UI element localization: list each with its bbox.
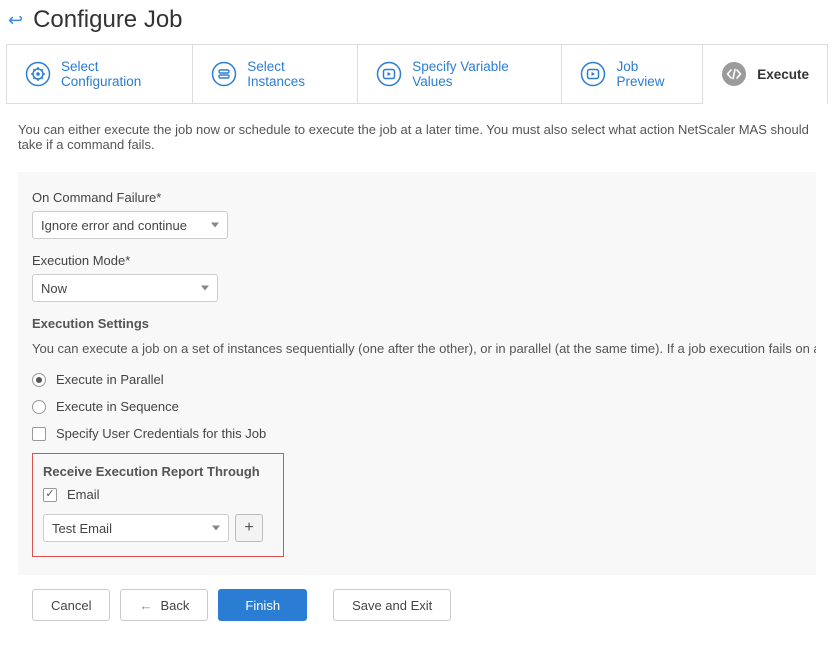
- wizard-tabs: Select Configuration Select Instances Sp…: [6, 44, 828, 104]
- receive-report-heading: Receive Execution Report Through: [43, 464, 273, 479]
- play-icon: [580, 61, 606, 87]
- receive-report-highlight: Receive Execution Report Through Email T…: [32, 453, 284, 557]
- button-label: Finish: [245, 598, 280, 613]
- tab-label: Select Instances: [247, 59, 339, 89]
- select-value: Now: [41, 281, 67, 296]
- email-checkbox[interactable]: [43, 488, 57, 502]
- page-description: You can either execute the job now or sc…: [18, 122, 816, 152]
- execute-sequence-radio[interactable]: [32, 400, 46, 414]
- tab-select-configuration[interactable]: Select Configuration: [7, 45, 193, 104]
- code-icon: [721, 61, 747, 87]
- on-command-failure-label: On Command Failure*: [32, 190, 800, 205]
- execute-parallel-label: Execute in Parallel: [56, 372, 164, 387]
- execute-sequence-label: Execute in Sequence: [56, 399, 179, 414]
- execution-settings-description: You can execute a job on a set of instan…: [32, 341, 800, 356]
- on-command-failure-select[interactable]: Ignore error and continue: [32, 211, 228, 239]
- email-profile-select[interactable]: Test Email: [43, 514, 229, 542]
- back-button[interactable]: ← Back: [120, 589, 208, 621]
- specify-credentials-checkbox[interactable]: [32, 427, 46, 441]
- tab-label: Execute: [757, 67, 809, 82]
- execute-parallel-radio[interactable]: [32, 373, 46, 387]
- gear-icon: [25, 61, 51, 87]
- play-icon: [376, 61, 402, 87]
- finish-button[interactable]: Finish: [218, 589, 307, 621]
- tab-label: Select Configuration: [61, 59, 174, 89]
- execution-settings-heading: Execution Settings: [32, 316, 800, 331]
- arrow-left-icon: ←: [139, 598, 152, 613]
- instances-icon: [211, 61, 237, 87]
- execution-mode-select[interactable]: Now: [32, 274, 218, 302]
- button-label: Cancel: [51, 598, 91, 613]
- tab-execute[interactable]: Execute: [703, 45, 828, 104]
- tab-label: Specify Variable Values: [412, 59, 543, 89]
- button-label: Back: [160, 598, 189, 613]
- save-and-exit-button[interactable]: Save and Exit: [333, 589, 451, 621]
- email-label: Email: [67, 487, 100, 502]
- select-value: Ignore error and continue: [41, 218, 187, 233]
- cancel-button[interactable]: Cancel: [32, 589, 110, 621]
- page-title: Configure Job: [33, 6, 182, 34]
- tab-label: Job Preview: [616, 59, 684, 89]
- execution-mode-label: Execution Mode*: [32, 253, 800, 268]
- select-value: Test Email: [52, 521, 112, 536]
- specify-credentials-label: Specify User Credentials for this Job: [56, 426, 266, 441]
- tab-select-instances[interactable]: Select Instances: [193, 45, 358, 104]
- tab-job-preview[interactable]: Job Preview: [562, 45, 703, 104]
- back-arrow-icon[interactable]: ↩: [8, 10, 23, 31]
- plus-icon: +: [244, 519, 253, 537]
- tab-specify-variable-values[interactable]: Specify Variable Values: [358, 45, 562, 104]
- add-email-button[interactable]: +: [235, 514, 263, 542]
- button-label: Save and Exit: [352, 598, 432, 613]
- form-area: On Command Failure* Ignore error and con…: [18, 172, 816, 575]
